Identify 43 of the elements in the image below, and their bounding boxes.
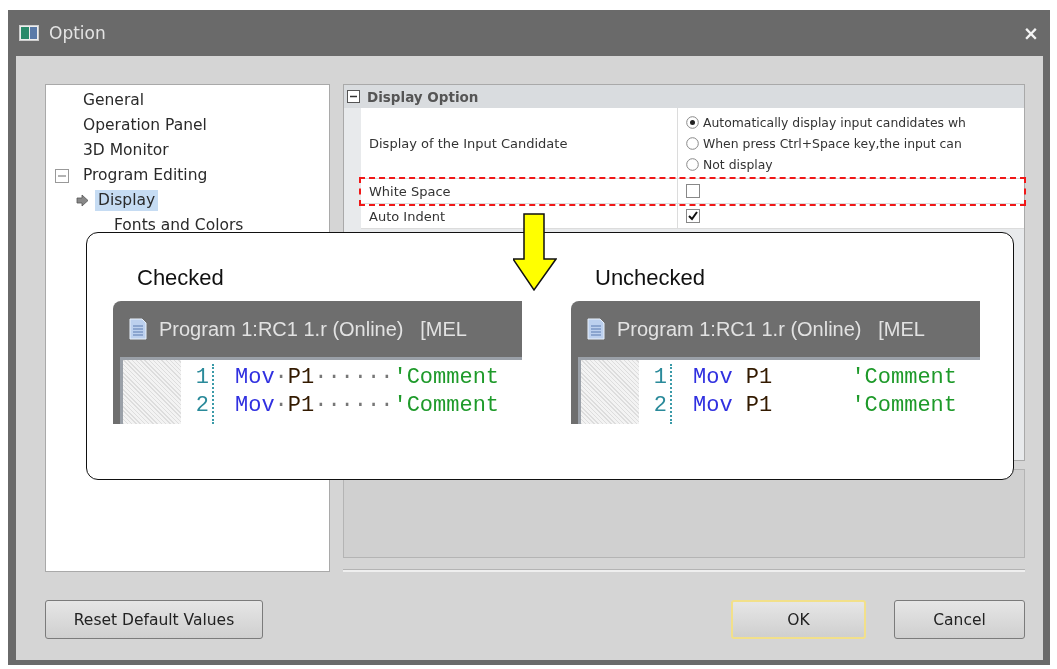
category-label: Display Option xyxy=(367,88,479,105)
window-title: Program 1:RC1 1.r (Online) [MEL xyxy=(159,317,467,341)
close-button[interactable]: × xyxy=(1019,22,1043,44)
tree-item[interactable]: Fonts and Colors xyxy=(111,215,247,236)
document-icon xyxy=(129,318,147,340)
arrow-pointer-icon xyxy=(76,194,89,207)
app-icon xyxy=(19,25,39,41)
caption: Unchecked xyxy=(595,265,707,291)
reset-button[interactable]: Reset Default Values xyxy=(45,600,263,639)
document-icon xyxy=(587,318,605,340)
option-label: Not display xyxy=(703,156,773,172)
collapse-icon[interactable] xyxy=(55,168,69,183)
tree-item[interactable]: General xyxy=(80,90,148,111)
checkbox[interactable] xyxy=(686,184,700,198)
option-label: Automatically display input candidates wh xyxy=(703,114,966,130)
line-number: 2 xyxy=(194,392,209,420)
radio-button[interactable] xyxy=(686,115,699,129)
property-label: Display of the Input Candidate xyxy=(369,135,568,151)
window-title: Option xyxy=(49,23,107,43)
checkbox[interactable] xyxy=(686,209,700,223)
cancel-button[interactable]: Cancel xyxy=(894,600,1025,639)
line-number: 1 xyxy=(652,364,667,392)
tree-item[interactable]: 3D Monitor xyxy=(80,140,172,161)
option-label: When press Ctrl+Space key,the input can xyxy=(703,135,962,151)
code-line: Mov·P1······'Comment xyxy=(235,392,500,420)
property-label: White Space xyxy=(369,183,451,199)
line-number: 2 xyxy=(652,392,667,420)
radio-button[interactable] xyxy=(686,157,699,171)
radio-button[interactable] xyxy=(686,136,699,150)
tree-item[interactable]: Operation Panel xyxy=(80,115,210,136)
code-line: Mov P1 'Comment xyxy=(693,364,958,392)
gutter xyxy=(581,360,639,424)
tree-item[interactable]: Display xyxy=(95,190,159,211)
code-line: Mov P1 'Comment xyxy=(693,392,958,420)
caption: Checked xyxy=(137,265,225,291)
ok-button[interactable]: OK xyxy=(731,600,866,639)
category-header[interactable]: Display Option xyxy=(344,85,1024,108)
code-line: Mov·P1······'Comment xyxy=(235,364,500,392)
line-number: 1 xyxy=(194,364,209,392)
property-label: Auto Indent xyxy=(369,208,445,224)
tree-item[interactable]: Program Editing xyxy=(80,165,211,186)
gutter xyxy=(123,360,181,424)
window-title: Program 1:RC1 1.r (Online) [MEL xyxy=(617,317,925,341)
